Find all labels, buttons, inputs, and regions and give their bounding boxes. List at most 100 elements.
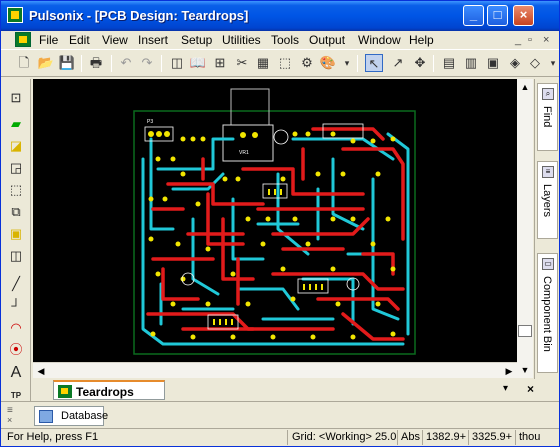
right-dock-bar: ⌕ Find ≡ Layers ▭ Component Bin [534, 79, 559, 379]
select-pad-icon[interactable]: ▰ [7, 115, 25, 133]
tab-component-bin[interactable]: ▭ Component Bin [537, 253, 558, 373]
document-tab-strip: Teardrops ▾ × [33, 379, 559, 401]
component-bin-icon: ▭ [542, 258, 554, 270]
library-icon[interactable]: 📖 [189, 54, 207, 72]
menu-tools[interactable]: Tools [271, 33, 299, 47]
dc-jack-outline [230, 88, 270, 130]
pane-close-icon[interactable]: × [7, 415, 12, 425]
undo-icon[interactable]: ↶ [117, 54, 135, 72]
status-bar: For Help, press F1 Grid: <Working> 25.0 … [1, 428, 559, 446]
scroll-left-arrow[interactable]: ◀ [33, 363, 49, 379]
pcb-canvas[interactable]: P3 VR1 [33, 79, 517, 362]
tab-database-label: Database [61, 410, 109, 422]
scroll-up-arrow[interactable]: ▲ [517, 79, 533, 95]
pcb-drawing: P3 VR1 [133, 88, 416, 355]
properties-icon[interactable]: ▣ [484, 54, 502, 72]
tab-teardrops-label: Teardrops [76, 385, 134, 399]
layer-icon[interactable]: ◈ [506, 54, 524, 72]
status-grid: Grid: <Working> 25.0 [292, 431, 397, 443]
vertical-scrollbar[interactable]: ▲ ▼ [517, 79, 533, 378]
vertical-scroll-thumb[interactable] [518, 325, 532, 337]
add-arc-icon[interactable]: ◠ [7, 319, 25, 337]
database-icon [39, 410, 53, 423]
board-icon[interactable]: ⬚ [276, 54, 294, 72]
menu-insert[interactable]: Insert [138, 33, 168, 47]
menu-help[interactable]: Help [409, 33, 434, 47]
add-text-icon[interactable]: A [7, 364, 25, 382]
tab-teardrops[interactable]: Teardrops [53, 380, 165, 400]
svg-text:VR1: VR1 [239, 150, 249, 156]
menu-output[interactable]: Output [309, 33, 345, 47]
left-toolbar: ⊡ ▰ ◪ ◲ ⬚ ⧉ ▣ ◫ ╱ ┘ ◠ ⦿ A TP ↔ [1, 79, 31, 421]
add-corner-icon[interactable]: ┘ [7, 297, 25, 315]
highlight-icon[interactable]: ◇ [526, 54, 544, 72]
menu-setup[interactable]: Setup [181, 33, 212, 47]
select-track-icon[interactable]: ◪ [7, 137, 25, 155]
title-bar[interactable]: Pulsonix - [PCB Design: Teardrops] _ □ × [1, 1, 559, 31]
scroll-right-arrow[interactable]: ▶ [501, 363, 517, 379]
component-icon[interactable]: ◫ [168, 54, 186, 72]
print-icon[interactable]: 🖶 [87, 54, 105, 72]
toolbar-overflow-icon[interactable]: ▾ [338, 54, 356, 72]
tab-find[interactable]: ⌕ Find [537, 83, 558, 151]
pulsonix-app-icon[interactable] [7, 7, 23, 23]
report-icon[interactable]: ▥ [462, 54, 480, 72]
status-x-coord: 1382.9+ [426, 431, 467, 443]
route-icon[interactable]: ✂ [233, 54, 251, 72]
tab-layers[interactable]: ≡ Layers [537, 161, 558, 239]
window-title: Pulsonix - [PCB Design: Teardrops] [29, 8, 249, 23]
grid-icon[interactable]: ▦ [254, 54, 272, 72]
menu-utilities[interactable]: Utilities [222, 33, 261, 47]
tab-find-label: Find [541, 106, 553, 128]
new-icon[interactable]: 🗋 [15, 54, 33, 72]
minimize-button[interactable]: _ [463, 5, 484, 26]
mdi-minimize-button[interactable]: _ [515, 34, 521, 46]
menu-bar: File Edit View Insert Setup Utilities To… [1, 31, 559, 49]
pcb-document-icon [58, 385, 72, 398]
tab-layers-label: Layers [541, 184, 553, 218]
mdi-close-button[interactable]: × [543, 34, 549, 46]
maximize-button[interactable]: □ [487, 5, 508, 26]
find-icon: ⌕ [542, 88, 554, 100]
status-units: thou [519, 431, 541, 443]
app-window: Pulsonix - [PCB Design: Teardrops] _ □ ×… [0, 0, 560, 447]
select-component-icon[interactable]: ⊡ [7, 89, 25, 107]
svg-text:P3: P3 [147, 119, 153, 125]
select-text-icon[interactable]: ▣ [7, 225, 25, 243]
menu-edit[interactable]: Edit [69, 33, 90, 47]
tab-close-icon[interactable]: × [527, 382, 534, 396]
calculator-icon[interactable]: ▤ [440, 54, 458, 72]
mdi-restore-button[interactable]: ▫ [528, 34, 532, 46]
menu-window[interactable]: Window [358, 33, 401, 47]
select-copper-icon[interactable]: ◫ [7, 247, 25, 265]
move-icon[interactable]: ✥ [411, 54, 429, 72]
select-net-icon[interactable]: ⧉ [7, 203, 25, 221]
layers-icon: ≡ [542, 166, 554, 178]
toolbar2-overflow-icon[interactable]: ▾ [544, 54, 560, 72]
status-y-coord: 3325.9+ [472, 431, 513, 443]
select-shape-icon[interactable]: ◲ [7, 159, 25, 177]
output-pane: ≡ × Database [1, 401, 559, 428]
palette-icon[interactable]: 🎨 [319, 54, 337, 72]
scroll-down-arrow[interactable]: ▼ [517, 362, 533, 378]
menu-file[interactable]: File [39, 33, 58, 47]
tab-database[interactable]: Database [34, 406, 108, 426]
add-via-icon[interactable]: ⦿ [7, 341, 25, 359]
close-button[interactable]: × [513, 5, 534, 26]
tab-component-bin-label: Component Bin [541, 276, 553, 352]
main-toolbar: 🗋 📂 💾 🖶 ↶ ↷ ◫ 📖 ⊞ ✂ ▦ ⬚ ⚙ 🎨 ▾ ↖ ↗ ✥ ▤ ▥ … [1, 49, 559, 77]
horizontal-scrollbar[interactable]: ◀ ▶ [33, 362, 517, 378]
add-track-icon[interactable]: ╱ [7, 275, 25, 293]
document-icon[interactable] [15, 32, 31, 47]
select-cursor-icon[interactable]: ↖ [365, 54, 383, 72]
drc-icon[interactable]: ⚙ [298, 54, 316, 72]
redo-icon[interactable]: ↷ [138, 54, 156, 72]
open-icon[interactable]: 📂 [37, 54, 55, 72]
menu-view[interactable]: View [102, 33, 128, 47]
zoom-area-icon[interactable]: ⊞ [211, 54, 229, 72]
status-help-text: For Help, press F1 [7, 431, 99, 443]
select-area-icon[interactable]: ⬚ [7, 181, 25, 199]
select-plus-icon[interactable]: ↗ [389, 54, 407, 72]
tab-menu-arrow-icon[interactable]: ▾ [503, 383, 508, 394]
save-icon[interactable]: 💾 [58, 54, 76, 72]
